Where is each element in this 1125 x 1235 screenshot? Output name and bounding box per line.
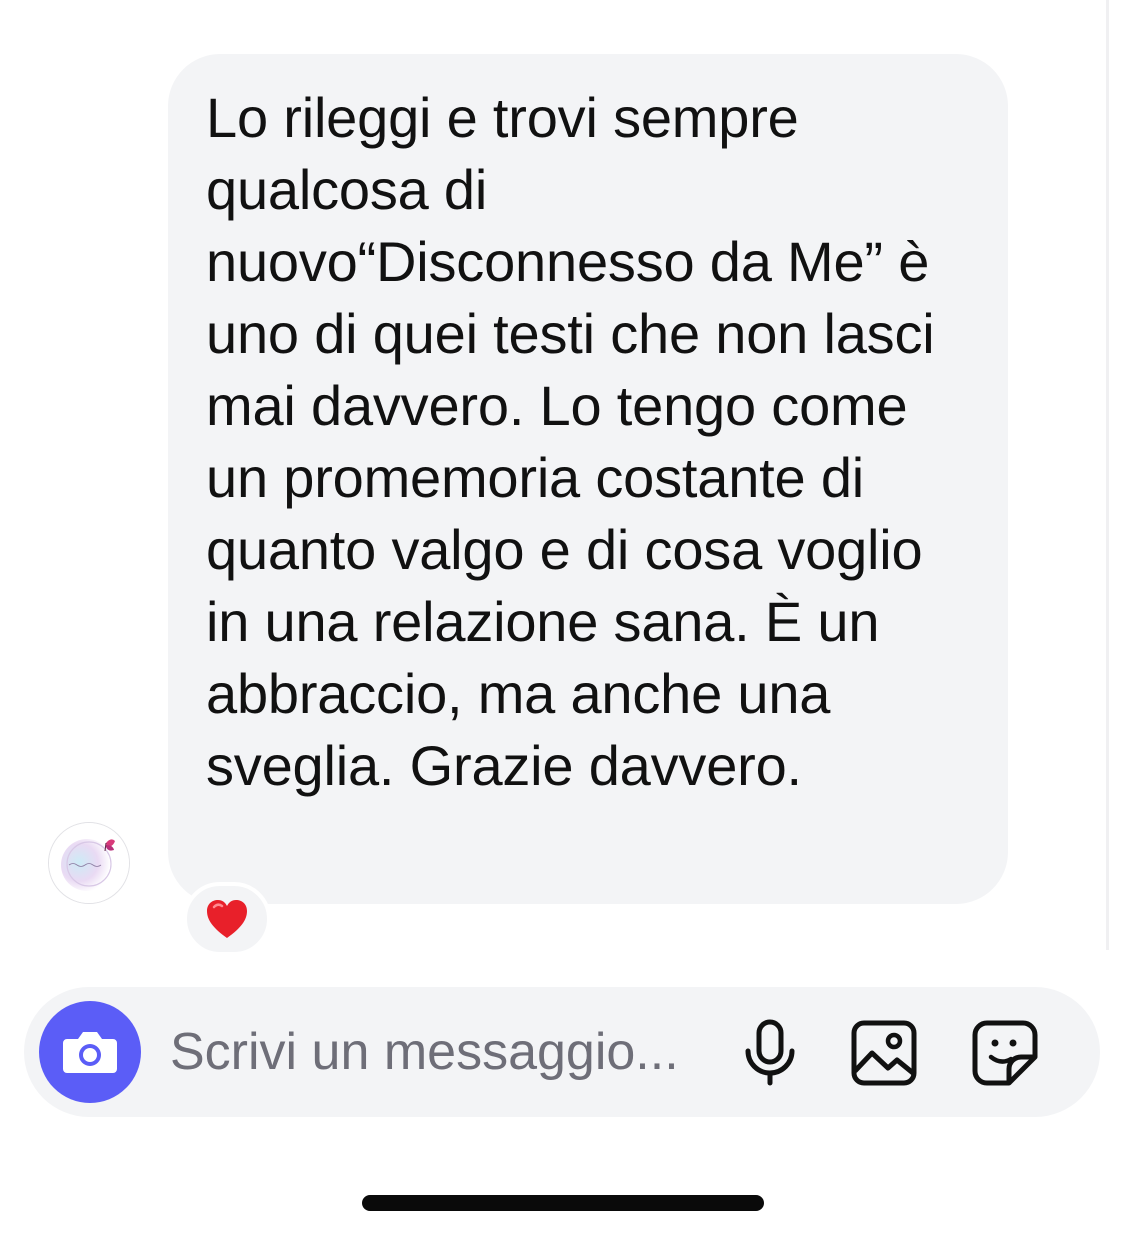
microphone-icon <box>745 1019 795 1086</box>
message-input[interactable] <box>170 1017 730 1087</box>
heart-reaction[interactable] <box>183 882 271 956</box>
butterfly-logo-icon <box>49 823 129 903</box>
message-composer <box>24 987 1100 1117</box>
sender-avatar[interactable] <box>48 822 130 904</box>
gallery-button[interactable] <box>848 1017 920 1089</box>
heart-icon <box>207 900 247 938</box>
home-indicator[interactable] <box>362 1195 764 1211</box>
message-bubble[interactable]: Lo rileggi e trovi sempre qualcosa di nu… <box>168 54 1008 904</box>
camera-button[interactable] <box>39 1001 141 1103</box>
sticker-icon <box>972 1020 1038 1086</box>
microphone-button[interactable] <box>734 1017 806 1089</box>
camera-icon <box>63 1032 117 1073</box>
message-row: Lo rileggi e trovi sempre qualcosa di nu… <box>0 0 1125 960</box>
message-text: Lo rileggi e trovi sempre qualcosa di nu… <box>206 86 935 797</box>
image-icon <box>851 1020 917 1086</box>
sticker-button[interactable] <box>969 1017 1041 1089</box>
